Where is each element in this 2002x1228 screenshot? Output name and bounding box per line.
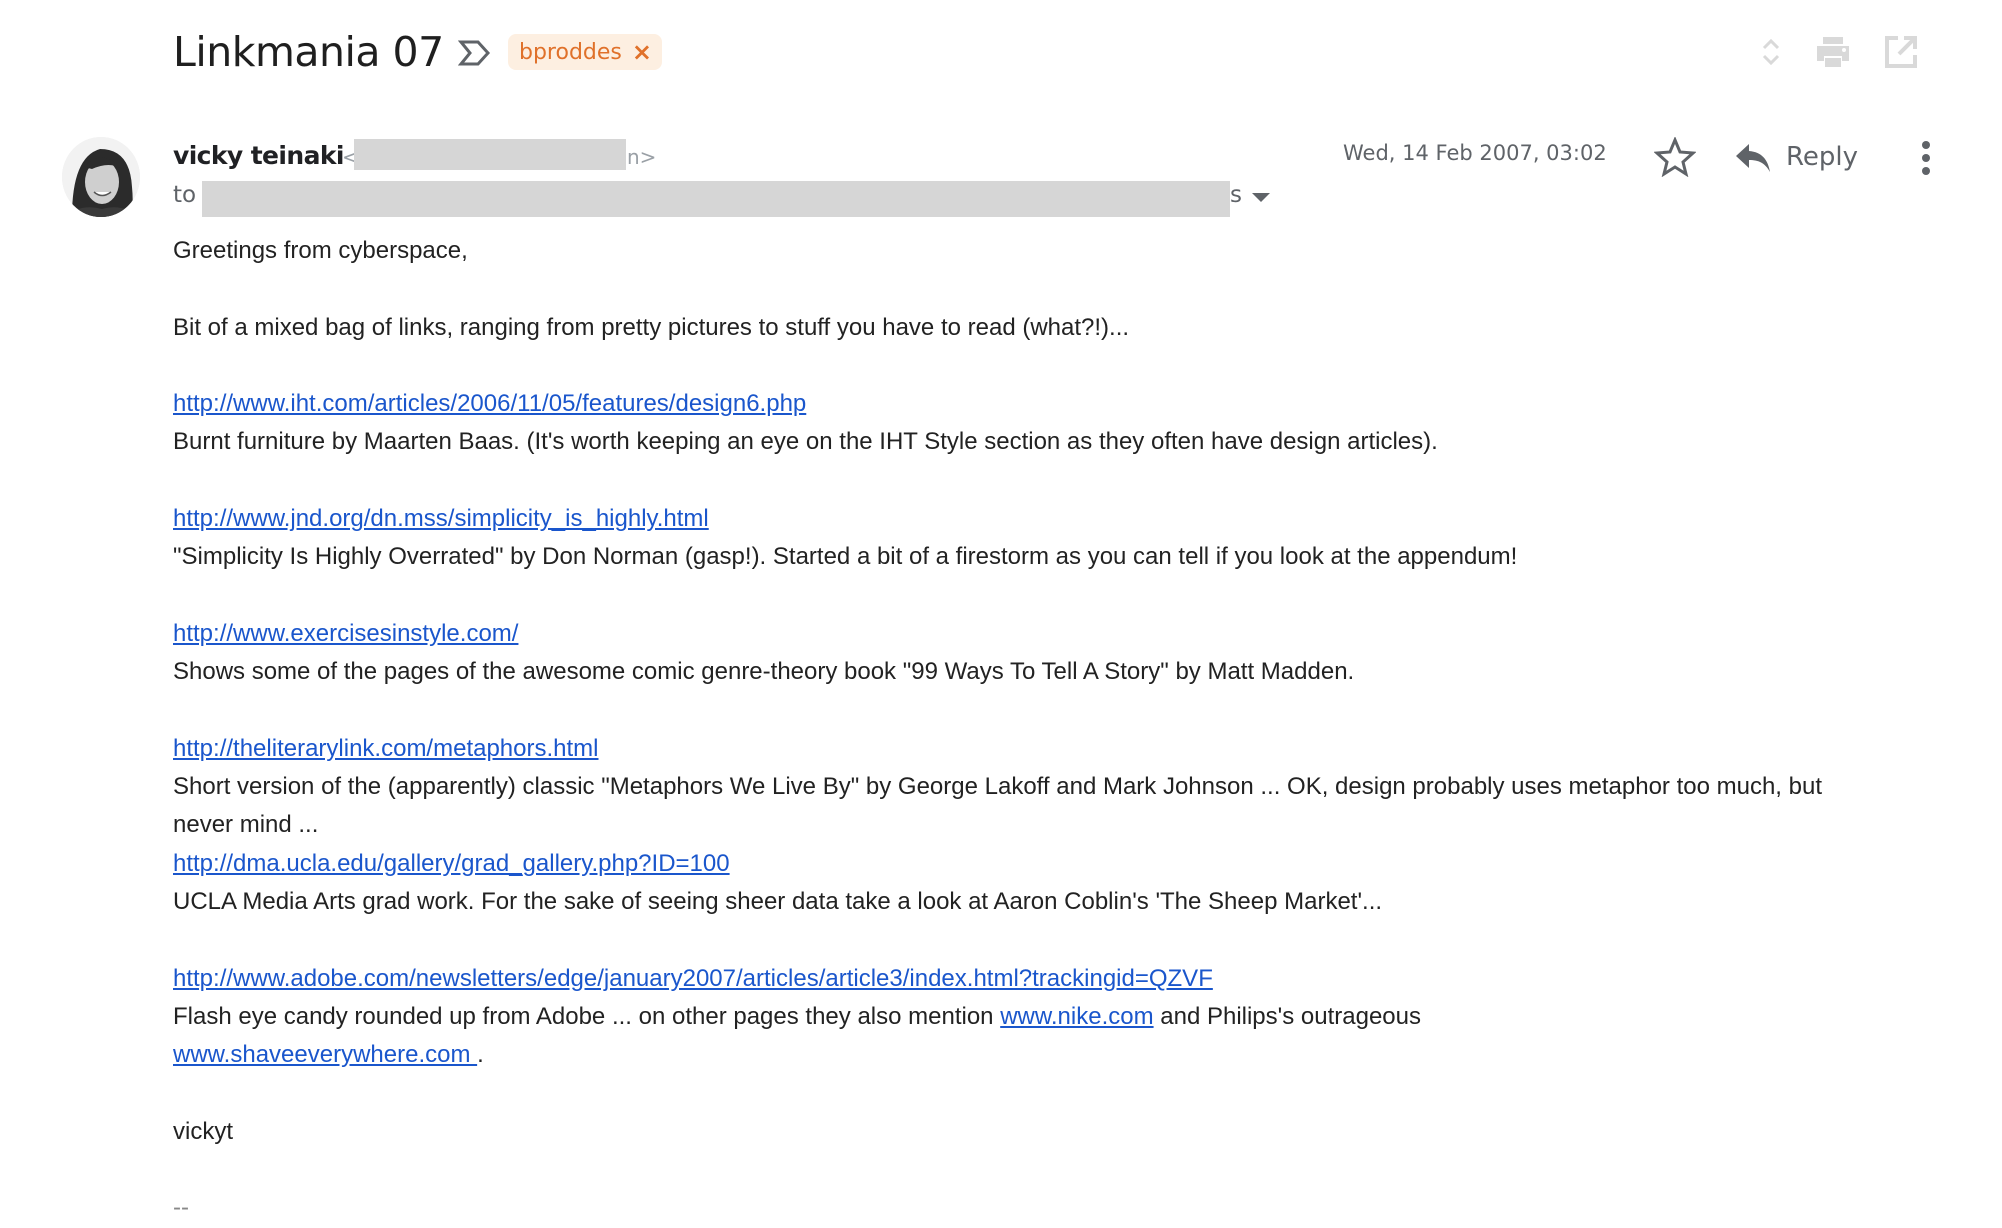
signoff: vickyt	[173, 1117, 233, 1145]
expand-collapse-icon[interactable]	[1752, 33, 1790, 71]
link-exercisesinstyle[interactable]: http://www.exercisesinstyle.com/	[173, 620, 518, 647]
link-description: Shows some of the pages of the awesome c…	[173, 658, 1355, 686]
remove-label-icon[interactable]: ×	[632, 40, 652, 64]
signature-separator: --	[173, 1194, 189, 1222]
star-icon[interactable]	[1654, 137, 1696, 177]
link-description: Short version of the (apparently) classi…	[173, 773, 1823, 839]
greeting: Greetings from cyberspace,	[173, 237, 468, 264]
reply-icon	[1736, 144, 1770, 172]
reply-button[interactable]: Reply	[1734, 135, 1858, 179]
link-description: Flash eye candy rounded up from Adobe ..…	[173, 998, 1833, 1036]
print-icon[interactable]	[1814, 33, 1852, 71]
link-description: "Simplicity Is Highly Overrated" by Don …	[173, 543, 1518, 571]
label-name: bproddes	[519, 39, 622, 65]
description-text: .	[477, 1041, 484, 1069]
email-subject: Linkmania 07	[173, 28, 444, 76]
link-shaveeverywhere[interactable]: www.shaveeverywhere.com	[173, 1041, 477, 1068]
intro-text: Bit of a mixed bag of links, ranging fro…	[173, 313, 1130, 341]
link-ucla[interactable]: http://dma.ucla.edu/gallery/grad_gallery…	[173, 850, 730, 877]
description-text: Flash eye candy rounded up from Adobe ..…	[173, 1002, 1001, 1030]
recipients-redacted	[202, 181, 1230, 217]
recipients-tail: s	[1230, 182, 1242, 208]
description-text: and Philips's outrageous	[1153, 1002, 1421, 1030]
sender-email-close: n>	[627, 145, 657, 169]
reply-label: Reply	[1786, 142, 1859, 172]
label-chip-bproddes[interactable]: bproddes ×	[508, 34, 662, 70]
email-body: Greetings from cyberspace, Bit of a mixe…	[173, 232, 1833, 1228]
sender-name-text: vicky teinaki	[173, 141, 344, 170]
to-label: to	[173, 182, 197, 208]
important-icon[interactable]	[458, 38, 492, 68]
open-in-new-window-icon[interactable]	[1882, 33, 1920, 71]
sender-avatar[interactable]	[62, 137, 140, 217]
sender-email-redacted	[354, 139, 626, 170]
sender-name[interactable]: vicky teinaki	[173, 141, 344, 170]
link-description: UCLA Media Arts grad work. For the sake …	[173, 888, 1383, 916]
show-details-caret-icon[interactable]	[1252, 193, 1270, 202]
link-iht[interactable]: http://www.iht.com/articles/2006/11/05/f…	[173, 390, 806, 417]
link-jnd[interactable]: http://www.jnd.org/dn.mss/simplicity_is_…	[173, 505, 709, 532]
link-description: Burnt furniture by Maarten Baas. (It's w…	[173, 428, 1438, 456]
link-nike[interactable]: www.nike.com	[1000, 1003, 1153, 1030]
link-theliterarylink[interactable]: http://theliterarylink.com/metaphors.htm…	[173, 735, 599, 762]
message-date: Wed, 14 Feb 2007, 03:02	[1343, 141, 1607, 165]
more-vertical-icon[interactable]	[1912, 138, 1940, 178]
link-adobe[interactable]: http://www.adobe.com/newsletters/edge/ja…	[173, 965, 1213, 992]
